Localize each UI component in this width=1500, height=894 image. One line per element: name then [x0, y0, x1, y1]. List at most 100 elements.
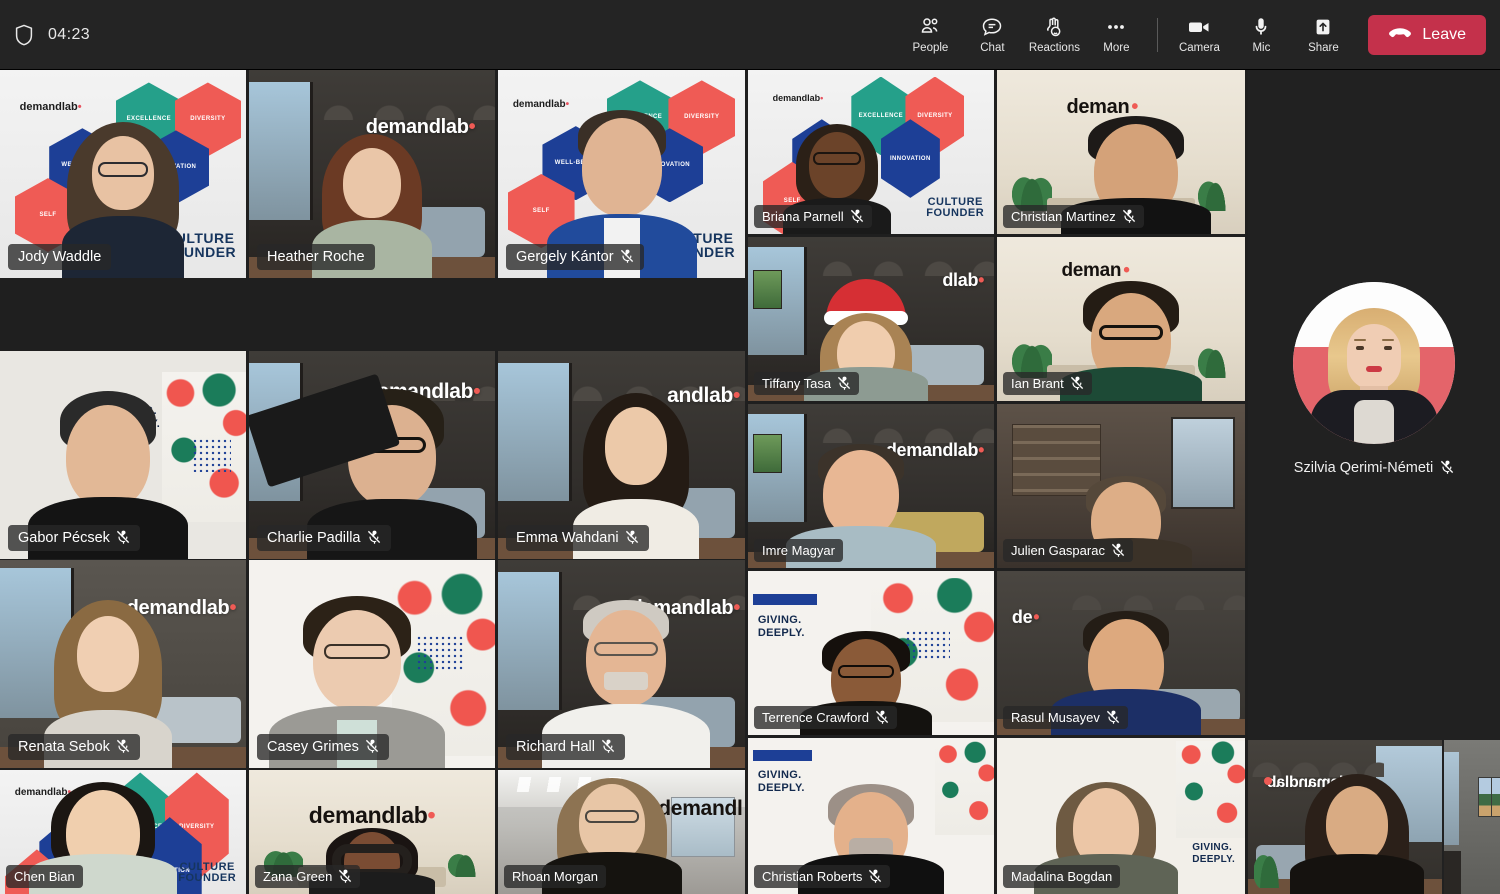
hang-up-icon	[1388, 26, 1412, 43]
participant-name-chip: Ian Brant	[1003, 372, 1092, 395]
meeting-toolbar: 04:23 People Chat Reactions More Camera …	[0, 0, 1500, 70]
mic-button[interactable]: Mic	[1230, 6, 1292, 64]
participant-name-chip: Zana Green	[255, 865, 361, 888]
participant-name-chip: Christian Martinez	[1003, 205, 1144, 228]
avatar-shirt	[1354, 400, 1394, 444]
self-view-tile-secondary[interactable]	[1444, 740, 1500, 894]
video-tile[interactable]: deman • Ian Brant	[997, 237, 1245, 401]
video-tile[interactable]: demandlab• Richard Hall	[498, 560, 745, 768]
participant-name-chip: Jody Waddle	[8, 244, 112, 270]
mic-off-icon	[365, 739, 379, 753]
participant-name: Briana Parnell	[762, 209, 844, 224]
mic-label: Mic	[1252, 42, 1271, 55]
mic-off-icon	[1106, 710, 1120, 724]
video-tile[interactable]: demandl Rhoan Morgan	[498, 770, 745, 894]
participant-name-chip: Gergely Kántor	[506, 244, 644, 270]
avatar-eye-right	[1384, 346, 1392, 350]
participant-name: Chen Bian	[14, 869, 75, 884]
video-tile[interactable]: andlab• Emma Wahdani	[498, 351, 745, 559]
share-button[interactable]: Share	[1292, 6, 1354, 64]
video-tile[interactable]: demandlab• EXCELLENCE DIVERSITY WELL-BEI…	[0, 770, 246, 894]
shield-icon	[14, 24, 34, 46]
participant-name-chip: Charlie Padilla	[257, 525, 391, 551]
video-tile[interactable]: GIVING. DEEPLY. Madalina Bogdan	[997, 738, 1245, 894]
people-icon	[918, 14, 942, 40]
avatar-lips	[1366, 366, 1382, 372]
video-tile[interactable]: GIVING.DEEPLY. Gabor Pécsek	[0, 351, 246, 559]
chat-button[interactable]: Chat	[961, 6, 1023, 64]
participant-name: Casey Grimes	[267, 739, 359, 755]
mic-off-icon	[1441, 460, 1454, 474]
participant-name: Szilvia Qerimi-Németi	[1293, 460, 1434, 476]
video-tile[interactable]: deman • Christian Martinez	[997, 70, 1245, 234]
mic-off-icon	[367, 530, 380, 544]
toolbar-divider	[1157, 17, 1159, 52]
participant-name-chip: Heather Roche	[257, 244, 375, 270]
video-tile[interactable]: Julien Gasparac	[997, 404, 1245, 568]
video-tile[interactable]: demandlab• Charlie Padilla	[249, 351, 495, 559]
video-tile[interactable]: GIVING.DEEPLY. Casey Grimes	[249, 560, 495, 768]
reactions-label: Reactions	[1028, 42, 1080, 55]
mic-off-icon	[1111, 543, 1125, 557]
participant-name: Imre Magyar	[762, 543, 835, 558]
leave-label: Leave	[1422, 25, 1466, 43]
participant-name: Charlie Padilla	[267, 530, 361, 546]
participant-name-chip: Christian Roberts	[754, 865, 891, 888]
mic-off-icon	[850, 209, 863, 223]
camera-button[interactable]: Camera	[1168, 6, 1230, 64]
participant-name: Rhoan Morgan	[512, 869, 598, 884]
more-button[interactable]: More	[1085, 6, 1147, 64]
toolbar-actions: People Chat Reactions More Camera Mic Sh…	[899, 6, 1500, 64]
participant-name: Ian Brant	[1011, 376, 1064, 391]
avatar-face	[1347, 324, 1401, 390]
self-view-tile[interactable]: demandlab	[1248, 740, 1442, 894]
more-horizontal-icon	[1104, 14, 1128, 40]
mic-off-icon	[601, 739, 615, 753]
avatar	[1293, 282, 1455, 444]
participant-name-chip: Madalina Bogdan	[1003, 865, 1121, 888]
participant-name-chip: Gabor Pécsek	[8, 525, 140, 551]
mic-off-icon	[875, 710, 889, 724]
meeting-timer: 04:23	[48, 25, 91, 43]
mic-off-icon	[1070, 376, 1083, 390]
participant-name: Heather Roche	[267, 249, 365, 265]
video-tile[interactable]: demandlab• Zana Green	[249, 770, 495, 894]
participant-name: Gergely Kántor	[516, 249, 614, 265]
participant-name: Rasul Musayev	[1011, 710, 1100, 725]
participant-name: Christian Roberts	[762, 869, 863, 884]
video-tile[interactable]: demandlab• EXCELLENCE DIVERSITY WELL-BEI…	[748, 70, 994, 234]
video-tile[interactable]: demandlab• Imre Magyar	[748, 404, 994, 568]
participant-name: Richard Hall	[516, 739, 595, 755]
video-tile[interactable]: demandlab• Renata Sebok	[0, 560, 246, 768]
participant-name: Christian Martinez	[1011, 209, 1116, 224]
spotlight-participant[interactable]: Szilvia Qerimi-Németi	[1248, 282, 1500, 476]
participant-name-chip: Terrence Crawford	[754, 706, 897, 729]
reactions-button[interactable]: Reactions	[1023, 6, 1085, 64]
participant-name: Emma Wahdani	[516, 530, 619, 546]
mic-off-icon	[116, 530, 130, 544]
video-tile[interactable]: demandlab• Heather Roche	[249, 70, 495, 278]
video-tile[interactable]: dlab• Tiffany Tasa	[748, 237, 994, 401]
more-label: More	[1103, 42, 1130, 55]
spotlight-panel: Szilvia Qerimi-Németi demandlab	[1248, 70, 1500, 894]
participant-name: Madalina Bogdan	[1011, 869, 1113, 884]
chat-label: Chat	[980, 42, 1005, 55]
spotlight-name-row: Szilvia Qerimi-Németi	[1248, 460, 1500, 476]
video-tile[interactable]: demandlab• EXCELLENCE DIVERSITY WELL-BEI…	[498, 70, 745, 278]
participant-name: Tiffany Tasa	[762, 376, 832, 391]
mic-off-icon	[838, 376, 851, 390]
people-button[interactable]: People	[899, 6, 961, 64]
participant-name: Julien Gasparac	[1011, 543, 1105, 558]
video-tile[interactable]: demandlab• EXCELLENCE DIVERSITY WELL-BEI…	[0, 70, 246, 278]
participant-name: Gabor Pécsek	[18, 530, 110, 546]
chat-icon	[980, 14, 1004, 40]
video-tile[interactable]: de • Rasul Musayev	[997, 571, 1245, 735]
leave-button[interactable]: Leave	[1368, 14, 1486, 55]
mic-off-icon	[339, 869, 352, 883]
participant-name-chip: Richard Hall	[506, 734, 625, 760]
avatar-eye-left	[1356, 346, 1364, 350]
participant-name-chip: Tiffany Tasa	[754, 372, 860, 395]
video-tile[interactable]: GIVING. DEEPLY. Terrence Crawford	[748, 571, 994, 735]
video-tile[interactable]: GIVING. DEEPLY. Christian Roberts	[748, 738, 994, 894]
self-view-row: demandlab	[1248, 740, 1500, 894]
